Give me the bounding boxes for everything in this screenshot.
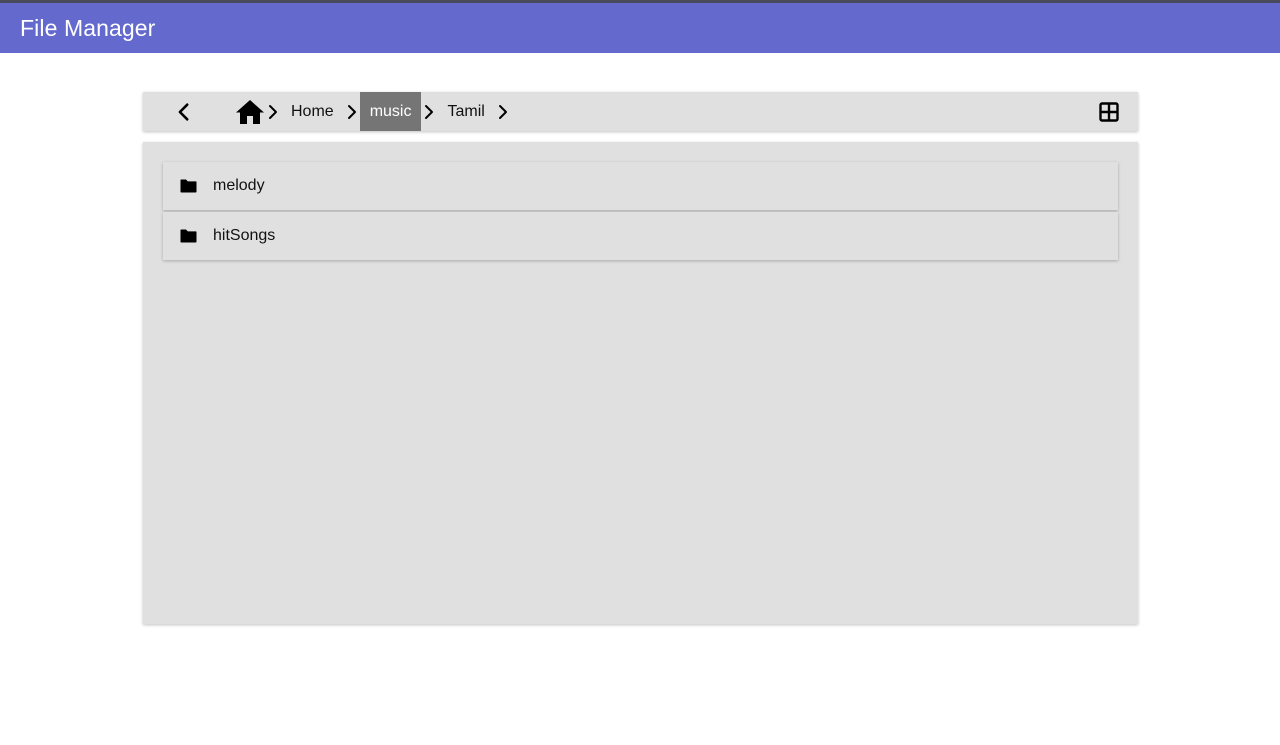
chevron-right-icon: [265, 92, 281, 131]
home-button[interactable]: [235, 92, 265, 131]
breadcrumb: Home music Tamil: [235, 92, 511, 131]
back-button[interactable]: [171, 99, 197, 125]
chevron-right-icon: [344, 92, 360, 131]
folder-icon: [163, 229, 213, 243]
app-bar: File Manager: [0, 0, 1280, 53]
toggle-view-button[interactable]: [1097, 100, 1121, 124]
list-item[interactable]: melody: [163, 162, 1118, 210]
breadcrumb-item-music[interactable]: music: [359, 92, 422, 131]
folder-icon: [163, 179, 213, 193]
list-item[interactable]: hitSongs: [163, 212, 1118, 260]
file-manager-app: File Manager Home music Tamil melody hit…: [0, 0, 1280, 745]
file-name: hitSongs: [213, 227, 276, 244]
app-title: File Manager: [20, 14, 156, 41]
grid-view-icon: [1099, 102, 1119, 122]
breadcrumb-item-tamil[interactable]: Tamil: [437, 92, 494, 131]
file-panel: melody hitSongs: [143, 142, 1138, 624]
file-list: melody hitSongs: [163, 162, 1118, 262]
chevron-right-icon: [495, 92, 511, 131]
chevron-left-icon: [178, 103, 189, 121]
home-icon: [236, 99, 264, 124]
navigation-toolbar: Home music Tamil: [143, 92, 1138, 131]
chevron-right-icon: [421, 92, 437, 131]
breadcrumb-item-home[interactable]: Home: [281, 92, 344, 131]
file-name: melody: [213, 177, 265, 194]
